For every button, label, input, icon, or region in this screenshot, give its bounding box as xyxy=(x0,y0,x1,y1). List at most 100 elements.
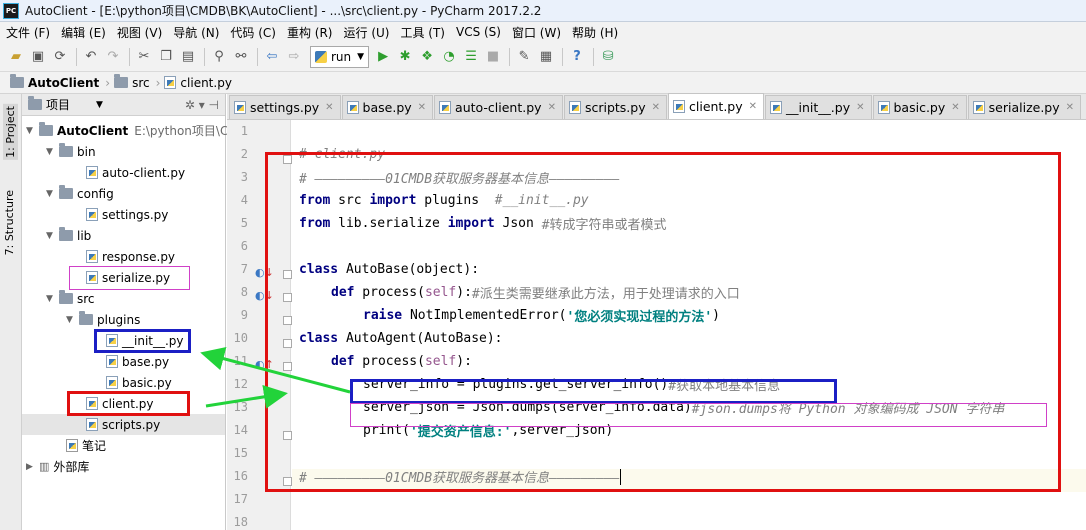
breadcrumb-project[interactable]: AutoClient xyxy=(10,74,99,90)
chevron-right-icon[interactable]: ▶ xyxy=(26,462,36,472)
close-icon[interactable]: ✕ xyxy=(418,102,426,113)
tree-item-lib[interactable]: ▼ lib xyxy=(46,225,91,246)
concurrency-icon[interactable]: ☰ xyxy=(461,47,481,67)
menu-code[interactable]: 代码 (C) xyxy=(224,24,281,41)
python-file-icon xyxy=(164,76,177,89)
annotation-blue-box-code xyxy=(350,379,837,404)
replace-icon[interactable]: ⚯ xyxy=(231,47,251,67)
menu-tools[interactable]: 工具 (T) xyxy=(394,24,450,41)
menu-view[interactable]: 视图 (V) xyxy=(111,24,167,41)
line-number: 16 xyxy=(233,469,248,483)
line-number: 6 xyxy=(240,239,248,253)
tree-item-auto-client-py[interactable]: auto-client.py xyxy=(86,162,185,183)
run-icon[interactable]: ▶ xyxy=(373,47,393,67)
tree-item-external-libraries[interactable]: ▶ ▥ 外部库 xyxy=(26,456,89,477)
tree-item-autoclient[interactable]: ▼ AutoClient E:\python项目\C xyxy=(26,120,228,141)
menu-vcs[interactable]: VCS (S) xyxy=(450,25,506,39)
menu-run[interactable]: 运行 (U) xyxy=(338,24,395,41)
help-icon[interactable]: ? xyxy=(567,47,587,67)
tree-item-notes[interactable]: 笔记 xyxy=(66,435,106,456)
tree-item-settings-py[interactable]: settings.py xyxy=(86,204,168,225)
chevron-down-icon[interactable]: ▼ xyxy=(46,294,56,304)
close-icon[interactable]: ✕ xyxy=(1066,102,1074,113)
close-icon[interactable]: ✕ xyxy=(325,102,333,113)
tab-basic-py[interactable]: basic.py ✕ xyxy=(872,95,967,119)
tree-item-response-py[interactable]: response.py xyxy=(86,246,175,267)
chevron-down-icon[interactable]: ▼ xyxy=(26,126,36,136)
menu-edit[interactable]: 编辑 (E) xyxy=(55,24,111,41)
tab-settings-py[interactable]: settings.py ✕ xyxy=(229,95,341,119)
save-icon[interactable]: ▣ xyxy=(28,47,48,67)
tab-scripts-py[interactable]: scripts.py ✕ xyxy=(563,95,667,119)
menu-refactor[interactable]: 重构 (R) xyxy=(281,24,338,41)
project-structure-icon[interactable]: ▦ xyxy=(536,47,556,67)
tab-client-py[interactable]: client.py ✕ xyxy=(668,93,765,119)
folder-icon xyxy=(39,122,53,136)
menu-window[interactable]: 窗口 (W) xyxy=(506,24,566,41)
window-title: AutoClient - [E:\python项目\CMDB\BK\AutoCl… xyxy=(25,4,542,18)
undo-icon[interactable]: ↶ xyxy=(81,47,101,67)
cut-icon[interactable]: ✂ xyxy=(134,47,154,67)
back-icon[interactable]: ⇦ xyxy=(262,47,282,67)
line-number: 4 xyxy=(240,193,248,207)
settings-wrench-icon[interactable]: ✎ xyxy=(514,47,534,67)
plugin-icon[interactable]: ⛁ xyxy=(598,47,618,67)
chevron-down-icon[interactable]: ▼ xyxy=(46,231,56,241)
close-icon[interactable]: ✕ xyxy=(856,102,864,113)
breadcrumb-file[interactable]: client.py xyxy=(164,76,232,90)
stop-icon[interactable]: ■ xyxy=(483,47,503,67)
forward-icon[interactable]: ⇨ xyxy=(284,47,304,67)
tab-base-py[interactable]: base.py ✕ xyxy=(341,95,434,119)
sync-icon[interactable]: ⟳ xyxy=(50,47,70,67)
paste-icon[interactable]: ▤ xyxy=(178,47,198,67)
tree-item-bin[interactable]: ▼ bin xyxy=(46,141,96,162)
chevron-down-icon[interactable]: ▼ xyxy=(66,315,76,325)
annotation-red-box-client xyxy=(67,391,190,416)
folder-icon xyxy=(114,74,129,88)
chevron-down-icon[interactable]: ▼ xyxy=(46,147,56,157)
tab-serialize-py[interactable]: serialize.py ✕ xyxy=(967,95,1082,119)
tree-item-basic-py[interactable]: basic.py xyxy=(106,372,172,393)
tree-item-base-py[interactable]: base.py xyxy=(106,351,169,372)
chevron-down-icon[interactable]: ▼ xyxy=(46,189,56,199)
tree-item-scripts-py[interactable]: scripts.py xyxy=(22,414,225,435)
close-icon[interactable]: ✕ xyxy=(749,101,757,112)
line-number: 13 xyxy=(233,400,248,414)
run-config-select[interactable]: run ▼ xyxy=(310,45,370,68)
close-icon[interactable]: ✕ xyxy=(652,102,660,113)
breadcrumb-src[interactable]: src xyxy=(114,74,150,90)
profile-icon[interactable]: ◔ xyxy=(439,47,459,67)
find-icon[interactable]: ⚲ xyxy=(209,47,229,67)
line-number: 9 xyxy=(240,308,248,322)
menu-navigate[interactable]: 导航 (N) xyxy=(167,24,224,41)
menu-file[interactable]: 文件 (F) xyxy=(0,24,55,41)
line-number: 7 xyxy=(240,262,248,276)
project-view-label[interactable]: 项目 xyxy=(46,96,70,113)
structure-tool-tab[interactable]: 7: Structure xyxy=(3,190,16,255)
copy-icon[interactable]: ❐ xyxy=(156,47,176,67)
breadcrumb-separator-icon: › xyxy=(155,75,161,90)
open-folder-icon[interactable]: ▰ xyxy=(6,47,26,67)
folder-icon xyxy=(79,311,93,325)
tab-auto-client-py[interactable]: auto-client.py ✕ xyxy=(434,95,563,119)
tab-init-py[interactable]: __init__.py ✕ xyxy=(765,95,872,119)
toolbar-divider xyxy=(76,47,77,66)
toolbar-divider xyxy=(593,47,595,66)
tool-window-strip: 1: Project 7: Structure xyxy=(0,94,22,530)
project-panel-header: 项目 ▼ ✲ ▾ ⊣ xyxy=(22,94,225,116)
redo-icon[interactable]: ↷ xyxy=(103,47,123,67)
chevron-down-icon[interactable]: ▼ xyxy=(96,100,103,110)
gear-icon[interactable]: ✲ ▾ ⊣ xyxy=(185,98,219,112)
folder-icon xyxy=(59,290,73,304)
menu-help[interactable]: 帮助 (H) xyxy=(566,24,623,41)
coverage-icon[interactable]: ❖ xyxy=(417,47,437,67)
tree-item-config[interactable]: ▼ config xyxy=(46,183,114,204)
tree-item-plugins[interactable]: ▼ plugins xyxy=(66,309,140,330)
tree-item-src[interactable]: ▼ src xyxy=(46,288,95,309)
line-number: 12 xyxy=(233,377,248,391)
close-icon[interactable]: ✕ xyxy=(951,102,959,113)
close-icon[interactable]: ✕ xyxy=(548,102,556,113)
project-tool-tab[interactable]: 1: Project xyxy=(3,104,18,160)
debug-icon[interactable]: ✱ xyxy=(395,47,415,67)
python-file-icon xyxy=(568,101,581,114)
